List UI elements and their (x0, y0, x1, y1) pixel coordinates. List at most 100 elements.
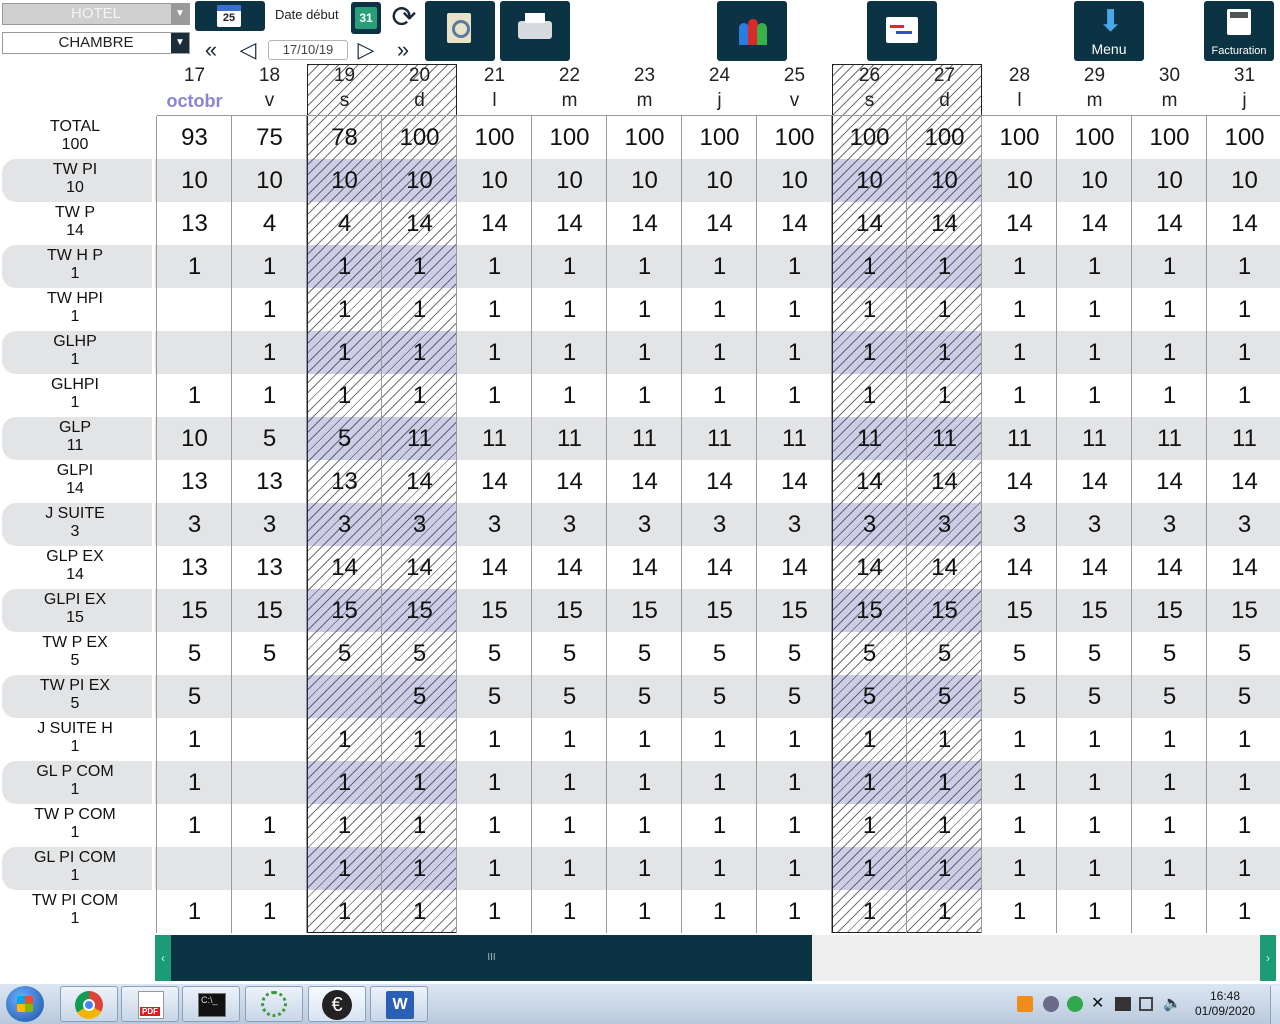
column-header[interactable]: 28 l (982, 64, 1057, 114)
availability-cell[interactable]: 75 (232, 116, 307, 159)
availability-cell[interactable]: 1 (832, 288, 907, 331)
availability-cell[interactable]: 1 (457, 847, 532, 890)
availability-cell[interactable]: 14 (382, 460, 457, 503)
availability-cell[interactable]: 1 (1207, 890, 1280, 933)
row-label[interactable]: GLHP 1 (0, 331, 150, 374)
column-header[interactable]: 20 d (382, 64, 457, 114)
availability-cell[interactable]: 1 (982, 288, 1057, 331)
availability-cell[interactable]: 15 (907, 589, 982, 632)
row-label[interactable]: TW PI EX 5 (0, 675, 150, 718)
availability-cell[interactable]: 1 (307, 890, 382, 933)
row-label[interactable]: TW PI 10 (0, 159, 150, 202)
previous-icon[interactable]: ◁ (234, 38, 262, 62)
availability-cell[interactable]: 14 (1132, 460, 1207, 503)
availability-cell[interactable]: 1 (1207, 804, 1280, 847)
availability-cell[interactable]: 5 (157, 675, 232, 718)
availability-cell[interactable]: 3 (682, 503, 757, 546)
availability-cell[interactable]: 11 (532, 417, 607, 460)
availability-cell[interactable]: 14 (757, 460, 832, 503)
availability-cell[interactable]: 1 (757, 847, 832, 890)
availability-cell[interactable]: 10 (232, 159, 307, 202)
availability-cell[interactable]: 1 (832, 847, 907, 890)
availability-cell[interactable]: 1 (307, 374, 382, 417)
availability-cell[interactable]: 5 (232, 632, 307, 675)
refresh-icon[interactable]: ⟳ (387, 1, 421, 35)
availability-cell[interactable]: 10 (757, 159, 832, 202)
availability-cell[interactable]: 14 (457, 460, 532, 503)
availability-cell[interactable]: 1 (1057, 288, 1132, 331)
availability-cell[interactable]: 1 (907, 847, 982, 890)
column-header[interactable]: 18 v (232, 64, 307, 114)
availability-cell[interactable]: 1 (832, 761, 907, 804)
availability-cell[interactable]: 1 (682, 890, 757, 933)
availability-cell[interactable]: 1 (682, 761, 757, 804)
availability-cell[interactable]: 5 (457, 675, 532, 718)
availability-cell[interactable] (232, 718, 307, 761)
availability-cell[interactable]: 3 (532, 503, 607, 546)
availability-cell[interactable]: 1 (457, 288, 532, 331)
availability-cell[interactable]: 1 (832, 718, 907, 761)
column-header[interactable]: 22 m (532, 64, 607, 114)
availability-cell[interactable]: 1 (982, 761, 1057, 804)
availability-cell[interactable]: 1 (1132, 804, 1207, 847)
availability-cell[interactable]: 15 (532, 589, 607, 632)
calendar-button[interactable]: 25 (195, 1, 265, 31)
availability-cell[interactable]: 1 (382, 847, 457, 890)
availability-cell[interactable]: 100 (757, 116, 832, 159)
availability-cell[interactable]: 1 (757, 718, 832, 761)
availability-cell[interactable]: 1 (1207, 288, 1280, 331)
availability-cell[interactable]: 1 (607, 718, 682, 761)
availability-cell[interactable]: 100 (1132, 116, 1207, 159)
room-select[interactable]: CHAMBRE ▼ (2, 32, 190, 54)
date-field[interactable]: 17/10/19 (268, 40, 348, 60)
availability-cell[interactable]: 3 (757, 503, 832, 546)
clients-button[interactable] (717, 1, 787, 61)
availability-cell[interactable]: 14 (832, 460, 907, 503)
availability-cell[interactable]: 1 (157, 804, 232, 847)
availability-cell[interactable]: 1 (1057, 718, 1132, 761)
availability-cell[interactable]: 10 (157, 417, 232, 460)
row-label[interactable]: GLHPI 1 (0, 374, 150, 417)
availability-cell[interactable]: 1 (532, 331, 607, 374)
hotel-select[interactable]: HOTEL ▼ (2, 3, 190, 25)
availability-cell[interactable]: 1 (1132, 245, 1207, 288)
menu-button[interactable]: ⬇ Menu (1074, 1, 1144, 61)
last-page-icon[interactable]: » (389, 38, 417, 62)
availability-cell[interactable]: 14 (1132, 546, 1207, 589)
chrome-task[interactable] (60, 986, 118, 1022)
availability-cell[interactable]: 1 (607, 890, 682, 933)
availability-cell[interactable]: 1 (907, 331, 982, 374)
billing-button[interactable]: Facturation (1204, 1, 1274, 61)
row-label[interactable]: GL PI COM 1 (0, 847, 150, 890)
availability-cell[interactable]: 5 (157, 632, 232, 675)
word-task[interactable]: W (370, 986, 428, 1022)
availability-cell[interactable]: 1 (907, 288, 982, 331)
close-icon[interactable]: ✕ (1091, 994, 1104, 1014)
availability-cell[interactable]: 100 (1057, 116, 1132, 159)
column-header[interactable]: 31 j (1207, 64, 1280, 114)
availability-cell[interactable]: 5 (1132, 632, 1207, 675)
availability-cell[interactable]: 1 (382, 761, 457, 804)
availability-cell[interactable]: 1 (1057, 890, 1132, 933)
availability-cell[interactable]: 1 (532, 718, 607, 761)
availability-cell[interactable]: 4 (232, 202, 307, 245)
chevron-down-icon[interactable]: ▼ (171, 4, 189, 24)
laurel-task[interactable] (245, 986, 303, 1022)
availability-cell[interactable]: 14 (457, 202, 532, 245)
availability-cell[interactable]: 100 (832, 116, 907, 159)
availability-cell[interactable]: 1 (1057, 331, 1132, 374)
availability-cell[interactable]: 1 (382, 890, 457, 933)
availability-cell[interactable]: 5 (382, 675, 457, 718)
availability-cell[interactable]: 1 (157, 245, 232, 288)
availability-cell[interactable]: 1 (757, 288, 832, 331)
availability-cell[interactable]: 1 (682, 847, 757, 890)
tray-app-icon[interactable] (1017, 996, 1033, 1012)
availability-cell[interactable]: 1 (232, 374, 307, 417)
availability-cell[interactable]: 14 (382, 202, 457, 245)
row-label[interactable]: TW PI COM 1 (0, 890, 150, 933)
availability-cell[interactable]: 5 (682, 632, 757, 675)
availability-cell[interactable] (157, 331, 232, 374)
availability-cell[interactable]: 13 (157, 546, 232, 589)
availability-cell[interactable]: 1 (907, 718, 982, 761)
availability-cell[interactable]: 1 (607, 331, 682, 374)
